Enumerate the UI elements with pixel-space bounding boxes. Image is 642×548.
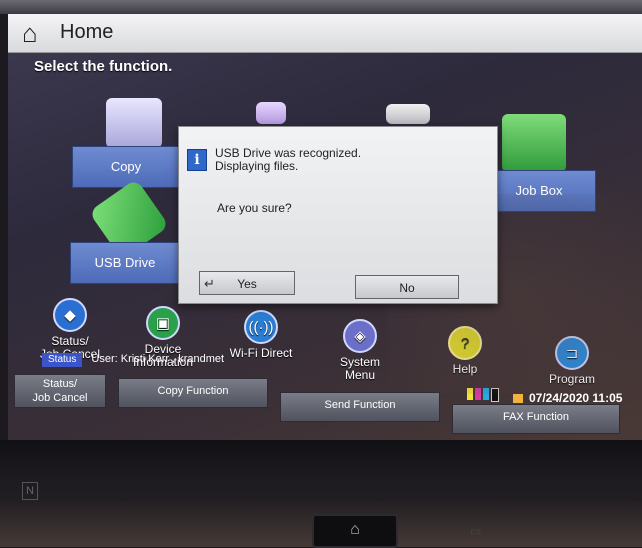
logged-in-user: User: Kristi Kerr , krandmet [91,353,225,365]
touch-screen: ⌂ Home Select the function. Copy USB Dri… [8,14,642,446]
copy-icon[interactable] [106,98,162,148]
bottom-function-bar: Status/ Job Cancel Copy Function Send Fu… [8,374,642,446]
device-bezel-top [0,0,642,14]
yes-button[interactable]: ↵ Yes [199,271,295,295]
system-menu-function[interactable]: ◈ System Menu [324,319,396,382]
help-function[interactable]: ? Help [430,326,500,376]
device-info-icon: ▣ [146,306,180,340]
usb-drive-tile[interactable]: USB Drive [70,242,180,284]
no-button-label: No [399,281,415,295]
dialog-message-line2: Displaying files. [215,159,299,173]
status-job-cancel-button[interactable]: Status/ Job Cancel [14,374,106,408]
energy-saver-icon: ▭ [470,524,482,538]
no-button[interactable]: No [355,275,459,299]
status-badge: Status [42,353,83,367]
page-subtitle: Select the function. [34,58,173,75]
job-box-tile-label: Job Box [515,183,563,198]
dialog-message: USB Drive was recognized. Displaying fil… [215,147,475,173]
send-icon[interactable] [256,102,286,124]
info-icon: i [187,149,207,171]
hardware-home-button[interactable]: ⌂ [312,514,398,548]
page-title: Home [60,21,114,43]
fax-function-button[interactable]: FAX Function [452,404,620,434]
status-icon: ◆ [53,298,87,332]
program-icon: ⊐ [555,336,589,370]
title-bar: ⌂ Home [8,14,642,53]
copy-function-button[interactable]: Copy Function [118,378,268,408]
send-function-button[interactable]: Send Function [280,392,440,422]
nfc-icon: N [22,482,38,500]
status-job-cancel-function[interactable]: ◆ Status/ Job Cancel [30,298,110,361]
status-strip: Status User: Kristi Kerr , krandmet [42,353,342,369]
system-menu-icon: ◈ [343,319,377,353]
job-box-icon[interactable] [502,114,566,172]
copy-tile[interactable]: Copy [72,146,180,188]
dialog-question: Are you sure? [217,201,292,215]
copy-tile-label: Copy [110,159,142,174]
fax-icon[interactable] [386,104,430,124]
help-icon: ? [448,326,482,360]
usb-drive-tile-label: USB Drive [94,255,156,270]
enter-arrow-icon: ↵ [204,276,215,291]
job-box-tile[interactable]: Job Box [482,170,596,212]
wifi-icon: ((·)) [244,310,278,344]
home-hw-icon: ⌂ [350,521,360,538]
usb-recognized-dialog: i USB Drive was recognized. Displaying f… [178,126,498,304]
home-icon[interactable]: ⌂ [22,20,52,46]
